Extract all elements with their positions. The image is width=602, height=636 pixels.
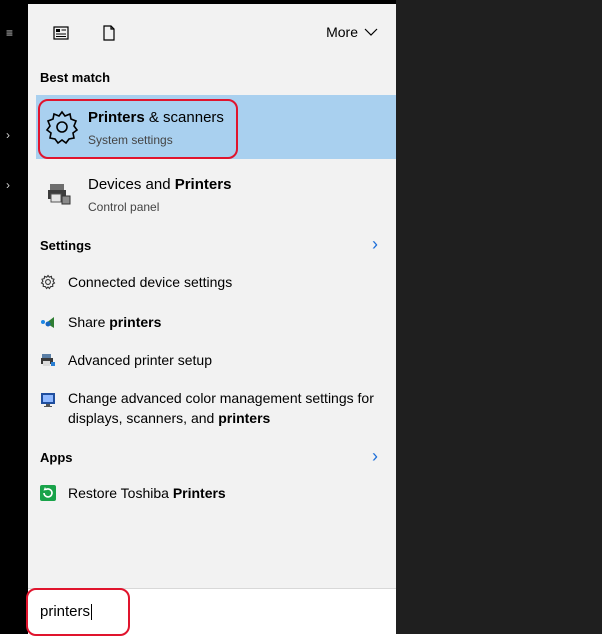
display-color-icon (41, 393, 55, 407)
apps-item-restore-toshiba[interactable]: Restore Toshiba Printers (40, 479, 226, 507)
devices-printers-subtitle: Control panel (88, 200, 160, 214)
panel-header: More (28, 4, 396, 62)
chevron-down-icon (364, 28, 378, 36)
printer-devices-icon (48, 184, 71, 205)
label-plain: Share (68, 314, 110, 330)
best-match-heading: Best match (40, 70, 111, 85)
desktop-background (396, 0, 602, 634)
label-plain: Advanced printer setup (68, 352, 212, 368)
settings-item-color-management[interactable]: Change advanced color management setting… (40, 388, 392, 432)
settings-item-label: Change advanced color management setting… (68, 388, 392, 428)
restore-icon (40, 485, 56, 501)
settings-item-label: Connected device settings (68, 274, 232, 290)
settings-item-advanced-printer[interactable]: Advanced printer setup (40, 346, 212, 374)
settings-item-label: Advanced printer setup (68, 352, 212, 368)
settings-item-label: Share printers (68, 314, 161, 330)
share-icon (41, 317, 54, 328)
highlight-search-box (26, 588, 130, 636)
side-glyph-2: › (6, 178, 10, 192)
menu-glyph: ≡ (6, 26, 14, 40)
label-bold: printers (109, 314, 162, 330)
side-glyph: › (6, 128, 10, 142)
gear-small-icon (40, 274, 56, 290)
settings-item-connected-devices[interactable]: Connected device settings (40, 268, 232, 296)
settings-item-share-printers[interactable]: Share printers (40, 308, 161, 336)
label-plain: Restore Toshiba (68, 485, 173, 501)
label-bold: Printers (172, 485, 226, 501)
news-icon[interactable] (52, 24, 70, 42)
label-plain: Connected device settings (68, 274, 233, 290)
settings-heading: Settings (40, 238, 92, 253)
title-bold: Printers (174, 176, 232, 193)
highlight-best-match (38, 99, 238, 159)
printer-setup-icon (41, 354, 55, 366)
settings-chevron-icon[interactable]: › (372, 234, 378, 255)
more-label: More (326, 24, 358, 40)
document-icon[interactable] (100, 24, 118, 42)
left-taskbar-strip: ≡ › › (0, 0, 28, 634)
title-plain: Devices and (88, 176, 175, 193)
apps-heading: Apps (40, 450, 73, 465)
devices-printers-title: Devices and Printers (88, 176, 231, 193)
apps-chevron-icon[interactable]: › (372, 446, 378, 467)
apps-item-label: Restore Toshiba Printers (68, 485, 226, 501)
label-bold: printers (218, 410, 271, 426)
devices-printers-item[interactable]: Devices and Printers Control panel (36, 170, 396, 222)
more-dropdown[interactable]: More (326, 24, 378, 40)
